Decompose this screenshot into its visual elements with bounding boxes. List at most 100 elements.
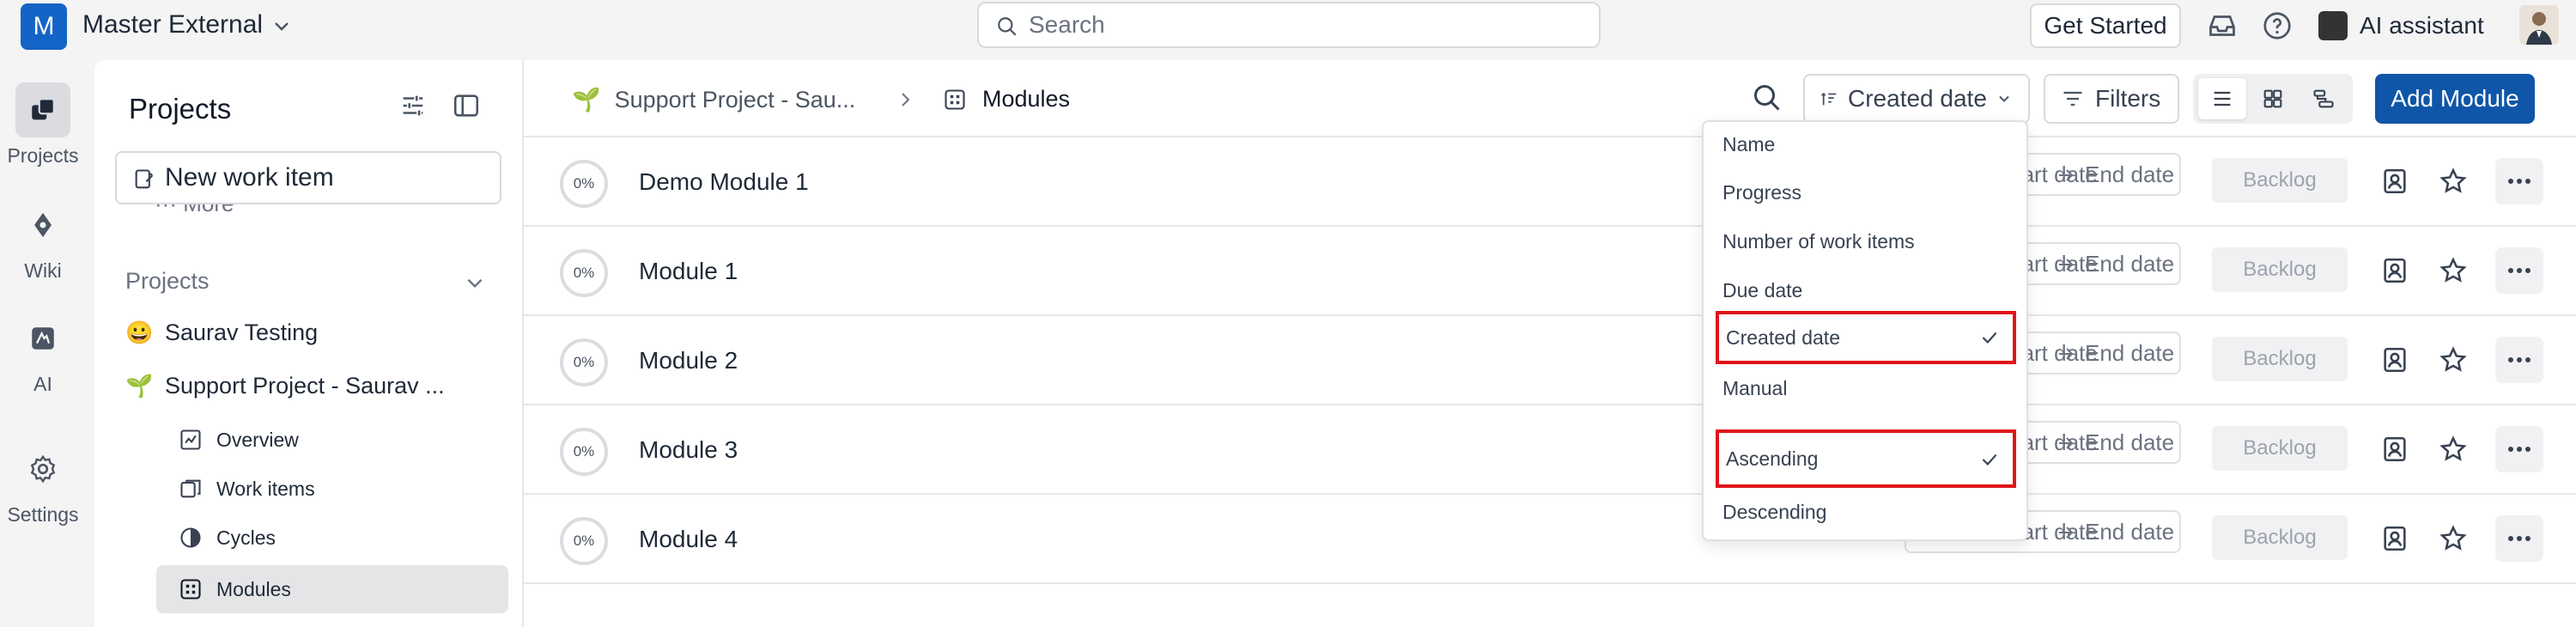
rail-item-ai[interactable]: AI [0,311,86,396]
module-name[interactable]: Module 3 [639,436,738,464]
more-actions-button[interactable] [2495,337,2543,383]
new-item-label: New work item [165,163,334,192]
workspace-name[interactable]: Master External [82,10,263,40]
sidebar-item-cycles[interactable]: Cycles [156,514,508,562]
lead-user-icon[interactable] [2380,256,2409,285]
sidebar-item-work-items[interactable]: Work items [156,465,508,513]
sort-option-progress[interactable]: Progress [1722,170,2014,215]
table-row[interactable]: 0% Demo Module 1 Start date End date Back… [524,137,2576,227]
ellipsis-icon [2508,447,2530,452]
project-item[interactable]: 🌱 Support Project - Saurav ... [125,373,445,399]
breadcrumb-project[interactable]: 🌱 Support Project - Sau... [572,86,855,113]
status-badge[interactable]: Backlog [2212,337,2348,381]
ellipsis-icon [2508,536,2530,541]
sidebar-toggle-icon[interactable] [452,91,481,120]
search-icon [998,17,1017,36]
star-icon[interactable] [2439,524,2468,553]
grid-layout-button[interactable] [2249,78,2297,119]
project-emoji-icon: 🌱 [572,87,601,113]
page-header: 🌱 Support Project - Sau... Modules Creat… [524,60,2576,137]
breadcrumb-project-label: Support Project - Sau... [614,86,856,113]
chevron-down-icon[interactable] [464,271,486,294]
status-badge[interactable]: Backlog [2212,515,2348,560]
chevron-down-icon[interactable] [271,15,292,36]
lead-user-icon[interactable] [2380,524,2409,553]
chevron-right-icon [902,93,910,107]
sort-option-due-date[interactable]: Due date [1722,268,2014,313]
table-row[interactable]: 0% Module 4 Start date End date Backlog [524,495,2576,584]
filters-button[interactable]: Filters [2044,74,2179,124]
module-name[interactable]: Demo Module 1 [639,168,809,196]
project-emoji-icon: 🌱 [125,373,154,399]
more-actions-button[interactable] [2495,426,2543,472]
inbox-icon[interactable] [2207,10,2238,41]
end-date-label: End date [2085,429,2175,455]
module-name[interactable]: Module 4 [639,526,738,553]
search-icon[interactable] [1752,82,1783,113]
ai-assistant-button[interactable]: AI assistant [2318,5,2484,46]
table-row[interactable]: 0% Module 2 Start date End date Backlog [524,316,2576,405]
sliders-icon[interactable] [398,91,428,120]
breadcrumb-page[interactable]: Modules [943,86,1070,113]
workspace-avatar[interactable]: M [21,3,67,50]
list-layout-icon [2214,91,2231,107]
sidebar-item-label: Modules [216,577,291,600]
end-date-label: End date [2085,161,2175,187]
sidebar-item-modules[interactable]: Modules [156,565,508,613]
sidebar-item-label: Overview [216,428,299,451]
search-input[interactable] [1029,3,1587,46]
sort-dropdown-button[interactable]: Created date [1803,74,2030,124]
status-badge[interactable]: Backlog [2212,426,2348,471]
sort-option-manual[interactable]: Manual [1722,366,2014,411]
star-icon[interactable] [2439,435,2468,464]
timeline-layout-button[interactable] [2300,78,2348,119]
wiki-icon [15,198,70,253]
user-avatar[interactable] [2519,5,2559,45]
sort-option-label: Progress [1722,180,1802,204]
sidebar-item-label: Cycles [216,526,276,549]
arrow-right-icon [2059,169,2074,181]
project-emoji-icon: 😀 [125,320,154,345]
table-row[interactable]: 0% Module 3 Start date End date Backlog [524,405,2576,495]
star-icon[interactable] [2439,345,2468,374]
more-actions-button[interactable] [2495,515,2543,562]
sidebar-item-label: Work items [216,477,315,500]
star-icon[interactable] [2439,256,2468,285]
more-actions-button[interactable] [2495,158,2543,204]
arrow-right-icon [2059,259,2074,271]
list-layout-button[interactable] [2198,78,2246,119]
rail-label: Settings [7,503,79,526]
module-name[interactable]: Module 2 [639,347,738,374]
project-item[interactable]: 😀 Saurav Testing [125,320,318,346]
lead-user-icon[interactable] [2380,167,2409,196]
new-work-item-button[interactable]: New work item [115,151,501,204]
more-actions-button[interactable] [2495,247,2543,294]
rail-item-wiki[interactable]: Wiki [0,198,86,283]
sidebar-item-overview[interactable]: Overview [156,416,508,464]
table-row[interactable]: 0% Module 1 Start date End date Backlog [524,227,2576,316]
sort-option-label: Number of work items [1722,229,1915,253]
rail-item-projects[interactable]: Projects [0,82,86,167]
status-badge[interactable]: Backlog [2212,247,2348,292]
rail-item-settings[interactable]: Settings [0,441,86,527]
global-search[interactable] [977,2,1601,48]
overview-icon [180,429,201,450]
sort-option-created-date[interactable]: Created date [1716,311,2016,364]
sort-option-name[interactable]: Name [1722,122,2014,167]
project-name: Saurav Testing [165,320,319,345]
add-module-button[interactable]: Add Module [2375,74,2535,124]
star-icon[interactable] [2439,167,2468,196]
progress-ring: 0% [560,160,608,208]
lead-user-icon[interactable] [2380,345,2409,374]
module-name[interactable]: Module 1 [639,258,738,285]
grid-layout-icon [2263,89,2282,108]
lead-user-icon[interactable] [2380,435,2409,464]
help-icon[interactable] [2262,10,2293,41]
projects-section-title[interactable]: Projects [125,268,210,295]
status-badge[interactable]: Backlog [2212,158,2348,203]
sort-option-work-items[interactable]: Number of work items [1722,219,2014,264]
sort-order-descending[interactable]: Descending [1722,490,2014,534]
arrow-right-icon [2059,527,2074,539]
sort-order-ascending[interactable]: Ascending [1716,429,2016,488]
get-started-button[interactable]: Get Started [2030,3,2181,48]
